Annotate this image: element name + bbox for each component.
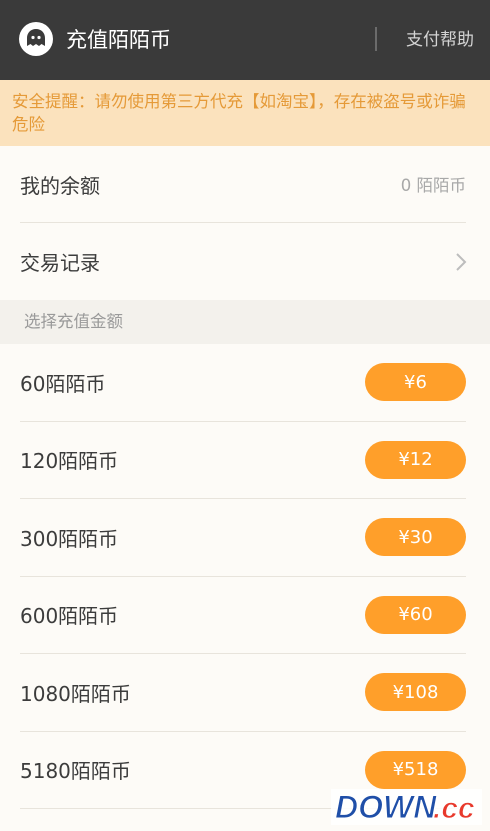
price-button[interactable]: ¥60 [365, 595, 466, 634]
balance-row: 我的余额 0 陌陌币 [20, 146, 466, 223]
price-button[interactable]: ¥12 [365, 440, 466, 479]
watermark-suffix-text: .cc [433, 792, 475, 825]
transaction-records-row[interactable]: 交易记录 [20, 223, 467, 300]
watermark-main-text: DOWN [335, 789, 437, 825]
package-row: 60陌陌币 ¥6 [20, 344, 466, 422]
package-label: 300陌陌币 [20, 526, 119, 551]
package-row: 300陌陌币 ¥30 [20, 499, 466, 577]
package-label: 1080陌陌币 [20, 681, 131, 706]
package-label: 120陌陌币 [20, 449, 119, 474]
balance-label: 我的余额 [20, 173, 100, 198]
package-row: 1080陌陌币 ¥108 [20, 654, 466, 732]
package-label: 5180陌陌币 [20, 759, 131, 784]
price-button[interactable]: ¥6 [365, 363, 466, 402]
security-warning: 安全提醒：请勿使用第三方代充【如淘宝】，存在被盗号或诈骗危险 [0, 80, 490, 146]
package-row: 600陌陌币 ¥60 [20, 577, 466, 654]
payment-help-button[interactable]: 支付帮助 [406, 0, 474, 80]
package-row: 120陌陌币 ¥12 [20, 422, 466, 499]
section-title: 选择充值金额 [0, 300, 490, 344]
price-button[interactable]: ¥108 [365, 673, 466, 712]
balance-value: 0 陌陌币 [400, 176, 466, 195]
package-label: 600陌陌币 [20, 604, 119, 629]
package-label: 60陌陌币 [20, 371, 106, 396]
chevron-right-icon [456, 252, 467, 271]
top-bar: 充值陌陌币 支付帮助 [0, 0, 490, 80]
page-title: 充值陌陌币 [66, 28, 171, 52]
watermark-logo: DOWN .cc [329, 783, 484, 829]
price-button[interactable]: ¥30 [365, 518, 466, 557]
header-divider [375, 27, 377, 51]
transaction-records-label: 交易记录 [20, 251, 100, 275]
package-list: 60陌陌币 ¥6 120陌陌币 ¥12 300陌陌币 ¥30 600陌陌币 ¥6… [0, 344, 490, 809]
momo-logo-icon [19, 22, 53, 56]
